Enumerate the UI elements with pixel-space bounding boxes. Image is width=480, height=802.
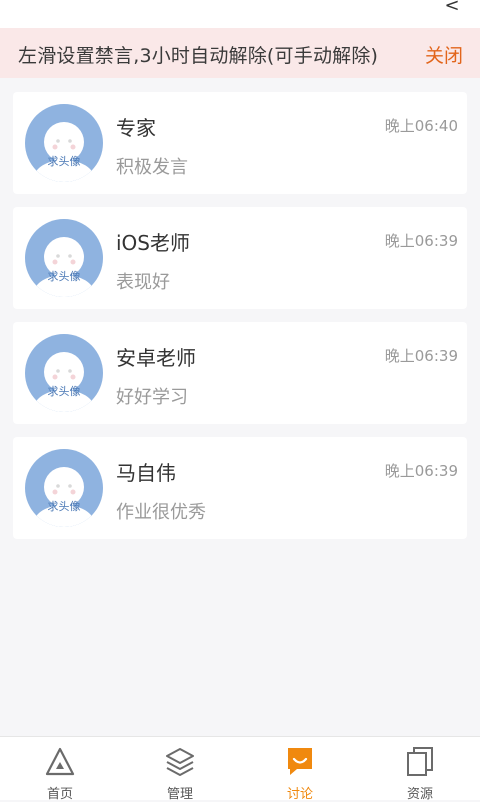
bottom-tab-bar: 首页 管理 讨论 资源	[0, 736, 480, 802]
conversation-row[interactable]: 求头像 马自伟 作业很优秀 晚上06:39	[13, 437, 467, 539]
avatar-label: 求头像	[48, 270, 81, 283]
message-time: 晚上06:40	[384, 117, 458, 135]
avatar: 求头像	[25, 104, 103, 182]
last-message: 作业很优秀	[116, 502, 206, 523]
conversation-list: 求头像 专家 积极发言 晚上06:40 求头像 iOS老师 表现好 晚上06:3…	[13, 92, 467, 552]
avatar-label: 求头像	[48, 385, 81, 398]
files-icon	[407, 747, 433, 776]
tab-discussion[interactable]: 讨论	[240, 737, 360, 802]
conversation-row[interactable]: 求头像 专家 积极发言 晚上06:40	[13, 92, 467, 194]
tab-label: 资源	[406, 787, 433, 802]
tab-resources[interactable]: 资源	[360, 737, 480, 802]
avatar-label: 求头像	[48, 500, 81, 513]
notice-text: 左滑设置禁言,3小时自动解除(可手动解除)	[18, 45, 379, 67]
avatar: 求头像	[25, 449, 103, 527]
contact-name: 专家	[116, 116, 156, 140]
conversation-row[interactable]: 求头像 iOS老师 表现好 晚上06:39	[13, 207, 467, 309]
last-message: 积极发言	[116, 157, 188, 178]
contact-name: 马自伟	[116, 461, 176, 485]
contact-name: 安卓老师	[116, 346, 196, 370]
last-message: 好好学习	[116, 387, 188, 408]
triangle-icon	[45, 747, 75, 776]
message-time: 晚上06:39	[384, 462, 458, 480]
back-icon[interactable]: <	[444, 0, 460, 16]
message-time: 晚上06:39	[384, 232, 458, 250]
tab-label: 管理	[166, 787, 193, 802]
tab-manage[interactable]: 管理	[120, 737, 240, 802]
notice-close-button[interactable]: 关闭	[425, 41, 463, 68]
contact-name: iOS老师	[116, 231, 190, 255]
conversation-row[interactable]: 求头像 安卓老师 好好学习 晚上06:39	[13, 322, 467, 424]
tab-home[interactable]: 首页	[0, 737, 120, 802]
tab-label: 讨论	[286, 787, 313, 802]
avatar: 求头像	[25, 219, 103, 297]
message-time: 晚上06:39	[384, 347, 458, 365]
avatar: 求头像	[25, 334, 103, 412]
layers-icon	[166, 748, 194, 776]
avatar-label: 求头像	[48, 155, 81, 168]
top-bar: <	[0, 0, 480, 28]
tab-label: 首页	[46, 787, 73, 802]
mute-notice-banner: 左滑设置禁言,3小时自动解除(可手动解除) 关闭	[0, 28, 480, 78]
chat-bubble-icon	[288, 748, 312, 775]
last-message: 表现好	[116, 272, 170, 293]
